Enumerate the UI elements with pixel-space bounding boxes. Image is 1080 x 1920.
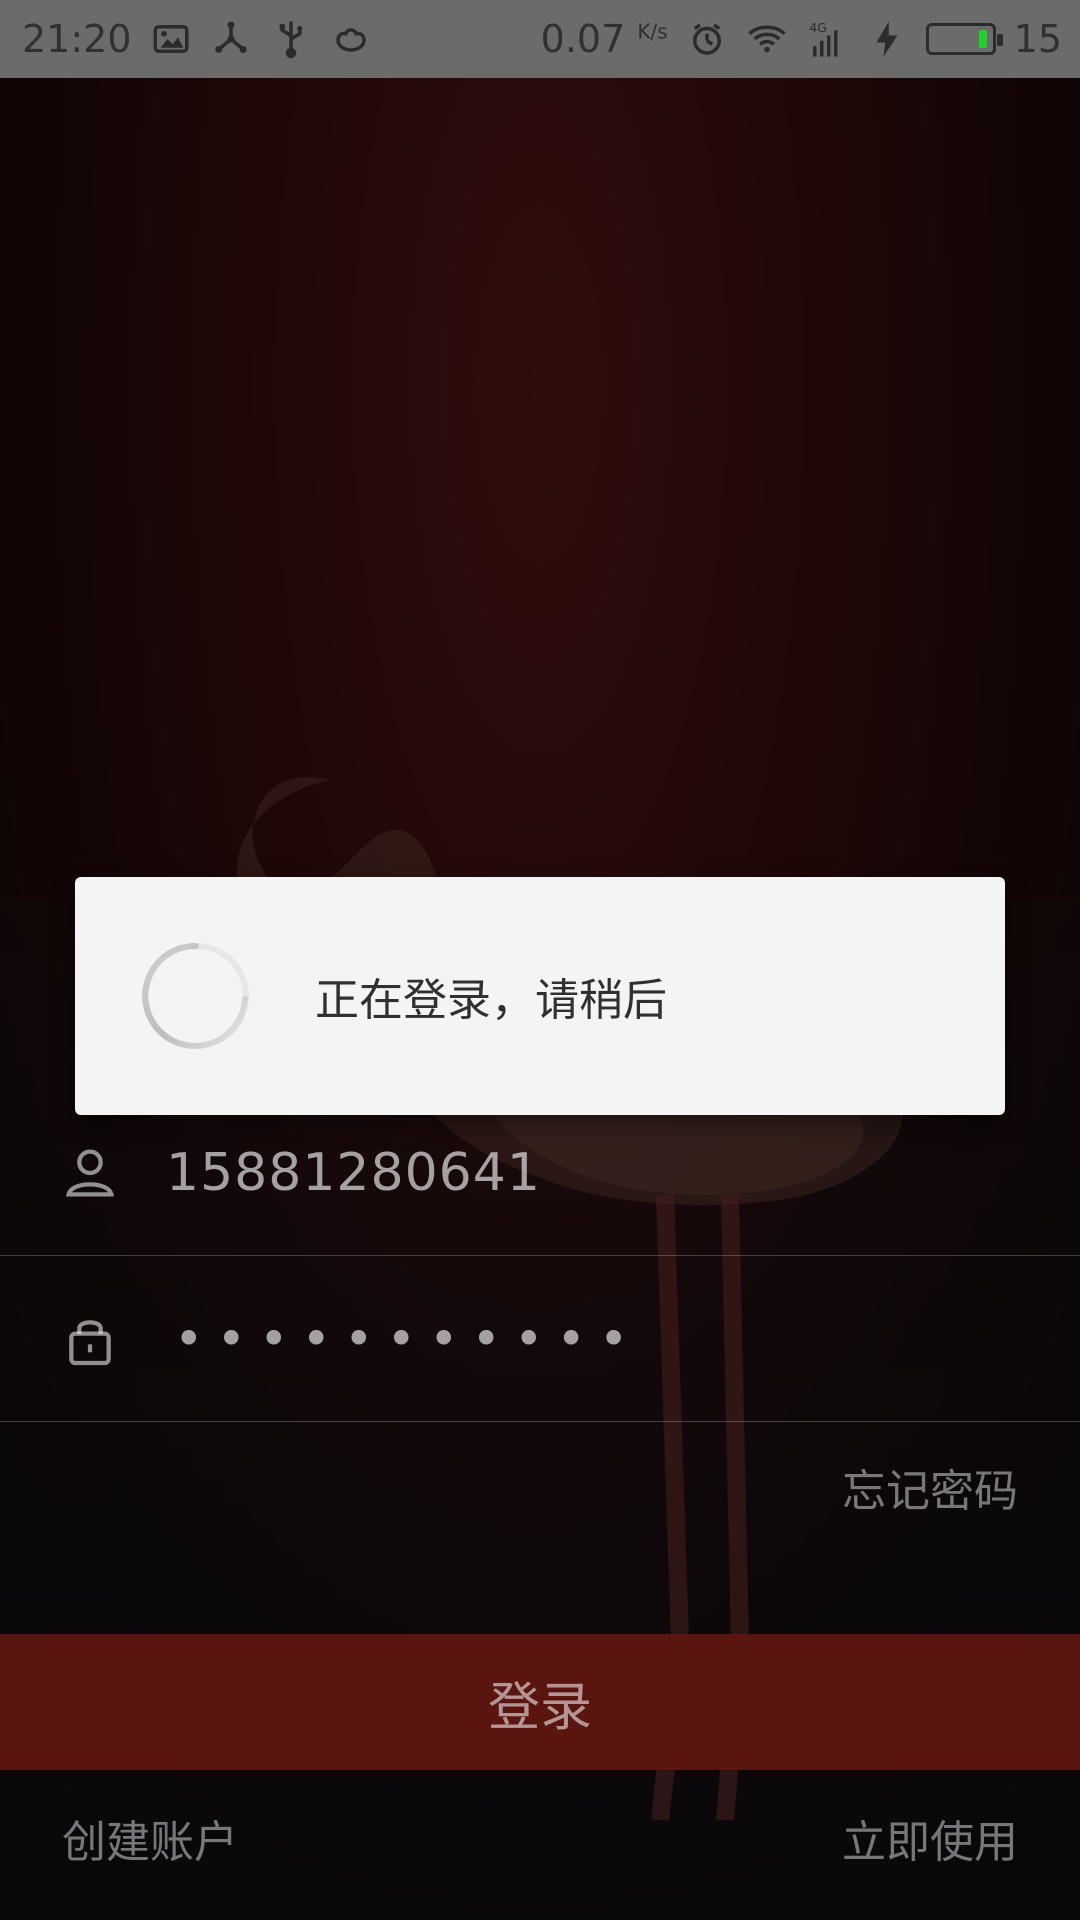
loading-spinner-icon (141, 941, 251, 1051)
battery-level-fill (978, 30, 987, 48)
password-input[interactable]: ••••••••••• (174, 1314, 641, 1364)
create-account-link[interactable]: 创建账户 (62, 1806, 238, 1870)
battery-icon (925, 23, 1003, 55)
password-field[interactable]: ••••••••••• (0, 1256, 1080, 1422)
network-speed: 0.07 K/s (541, 17, 668, 61)
status-right: 0.07 K/s 4G 15 (541, 17, 1062, 61)
battery-percentage: 15 (1013, 17, 1062, 61)
username-input[interactable]: 15881280641 (166, 1143, 541, 1203)
forgot-password-link[interactable]: 忘记密码 (842, 1455, 1018, 1519)
wifi-icon (746, 18, 788, 60)
network-speed-value: 0.07 (540, 17, 626, 61)
alarm-icon (686, 18, 728, 60)
lock-icon (58, 1307, 122, 1371)
network-speed-unit: K/s (637, 19, 668, 44)
status-left: 21:20 (22, 17, 372, 61)
network-type: 4G (809, 21, 826, 35)
image-icon (150, 18, 192, 60)
signal-icon: 4G (806, 18, 848, 60)
share-icon (210, 18, 252, 60)
status-time: 21:20 (22, 17, 132, 61)
user-icon (58, 1141, 122, 1205)
login-button[interactable]: 登录 (0, 1634, 1080, 1770)
status-bar: 21:20 0.07 K/s 4G 15 (0, 0, 1080, 78)
use-now-link[interactable]: 立即使用 (842, 1806, 1018, 1870)
loading-dialog: 正在登录，请稍后 (75, 877, 1005, 1115)
usb-icon (270, 18, 312, 60)
sync-icon (330, 18, 372, 60)
loading-message: 正在登录，请稍后 (315, 975, 667, 1026)
charging-icon (866, 18, 908, 60)
